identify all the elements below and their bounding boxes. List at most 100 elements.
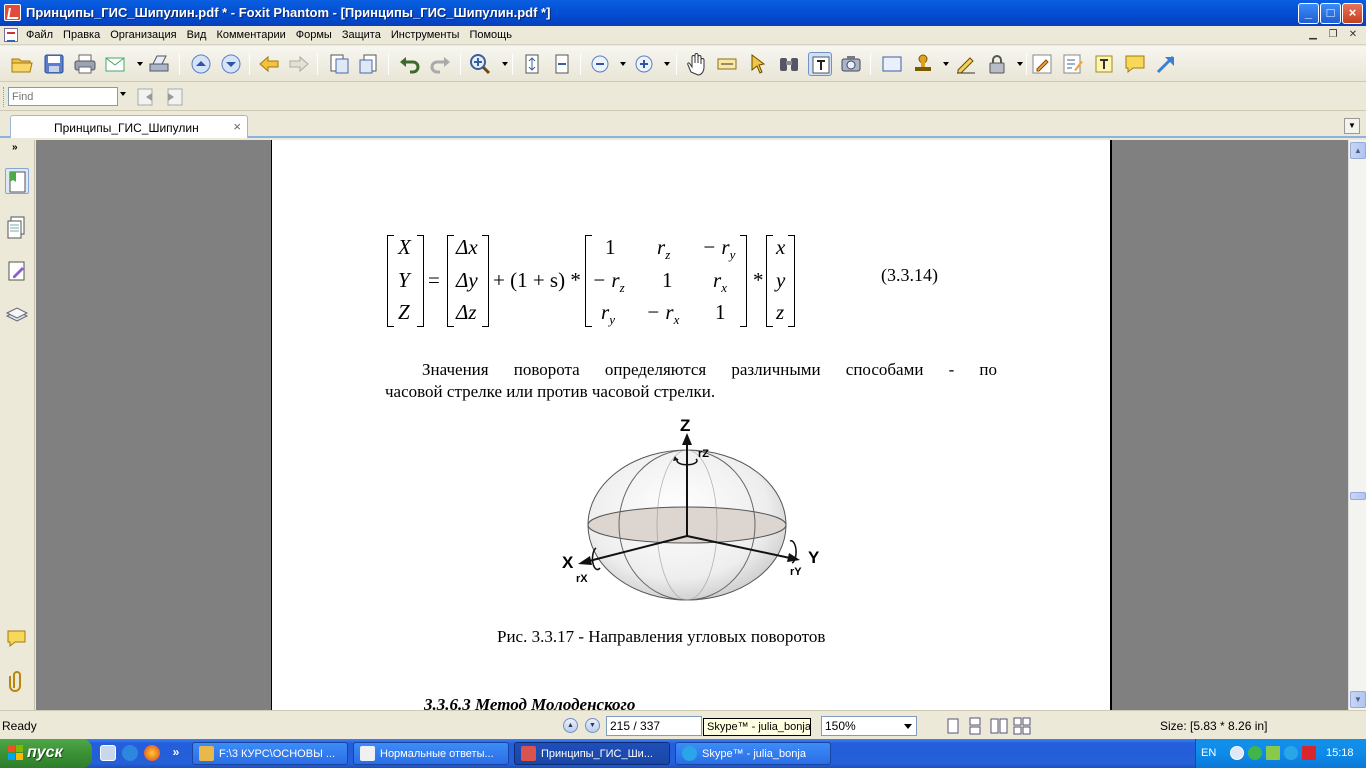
- snapshot-icon[interactable]: [839, 52, 863, 76]
- zoom-in-tool-icon[interactable]: [468, 52, 492, 76]
- zoom-level-select[interactable]: 150%: [821, 716, 917, 736]
- minimize-button[interactable]: _: [1298, 3, 1319, 24]
- continuous-facing-view-icon[interactable]: [1013, 717, 1031, 735]
- rectangle-tool-icon[interactable]: [880, 52, 904, 76]
- zoom-out-dropdown-icon[interactable]: [620, 62, 626, 66]
- tray-signal-icon[interactable]: [1266, 746, 1280, 760]
- pencil-icon[interactable]: [1030, 52, 1054, 76]
- hand-tool-icon[interactable]: [684, 52, 708, 76]
- select-text-icon[interactable]: [715, 52, 739, 76]
- menu-protect[interactable]: Защита: [342, 29, 381, 41]
- find-previous-icon[interactable]: [136, 87, 158, 107]
- menu-organize[interactable]: Организация: [110, 29, 176, 41]
- mdi-close-icon[interactable]: ✕: [1346, 28, 1360, 42]
- stamp-icon[interactable]: [911, 52, 935, 76]
- menu-edit[interactable]: Правка: [63, 29, 100, 41]
- find-tool-icon[interactable]: [777, 52, 801, 76]
- opera-browser-icon[interactable]: [144, 745, 160, 761]
- close-button[interactable]: ×: [1342, 3, 1363, 24]
- open-icon[interactable]: [10, 52, 34, 76]
- select-annotation-icon[interactable]: [746, 52, 770, 76]
- tray-skype-icon[interactable]: [1284, 746, 1298, 760]
- extract-page-icon[interactable]: [357, 52, 381, 76]
- back-icon[interactable]: [257, 52, 281, 76]
- single-page-view-icon[interactable]: [944, 717, 962, 735]
- start-button[interactable]: пуск: [0, 739, 92, 768]
- toolbar-grip[interactable]: [3, 87, 6, 107]
- comments-panel-icon[interactable]: [5, 626, 29, 652]
- security-lock-icon[interactable]: [985, 52, 1009, 76]
- taskbar-item-word[interactable]: Нормальные ответы...: [353, 742, 509, 765]
- next-page-icon[interactable]: [219, 52, 243, 76]
- document-viewport[interactable]: X Y Z = Δx Δy Δz + (1 + s) * 1 rz − ry −…: [36, 140, 1348, 710]
- menu-forms[interactable]: Формы: [296, 29, 332, 41]
- arrow-tool-icon[interactable]: [1154, 52, 1178, 76]
- internet-explorer-icon[interactable]: [122, 745, 138, 761]
- zoom-in-dropdown-icon[interactable]: [664, 62, 670, 66]
- fit-width-icon[interactable]: [550, 52, 574, 76]
- forward-icon[interactable]: [287, 52, 311, 76]
- scan-icon[interactable]: [147, 52, 171, 76]
- previous-page-icon[interactable]: [189, 52, 213, 76]
- tray-back-icon[interactable]: [1230, 746, 1244, 760]
- menu-comments[interactable]: Комментарии: [216, 29, 285, 41]
- continuous-view-icon[interactable]: [966, 717, 984, 735]
- vertical-scrollbar[interactable]: ▲ ▼: [1348, 140, 1366, 710]
- attachments-stack-icon[interactable]: [5, 302, 29, 328]
- email-icon[interactable]: [104, 52, 128, 76]
- sign-icon[interactable]: [954, 52, 978, 76]
- zoom-dropdown-icon[interactable]: [904, 724, 912, 729]
- tab-principles-gis[interactable]: Принципы_ГИС_Шипулин ×: [10, 115, 248, 138]
- menu-view[interactable]: Вид: [187, 29, 207, 41]
- redo-icon[interactable]: [428, 52, 452, 76]
- zoom-in-icon[interactable]: [632, 52, 656, 76]
- tray-antivirus-icon[interactable]: [1302, 746, 1316, 760]
- undo-icon[interactable]: [398, 52, 422, 76]
- layers-panel-icon[interactable]: [5, 258, 29, 284]
- fit-page-icon[interactable]: [520, 52, 544, 76]
- find-dropdown-icon[interactable]: [120, 92, 126, 96]
- note-comment-icon[interactable]: [1123, 52, 1147, 76]
- page-number-input[interactable]: 215 / 337: [606, 716, 702, 736]
- taskbar-item-folder[interactable]: F:\3 КУРС\ОСНОВЫ ...: [192, 742, 348, 765]
- zoom-out-icon[interactable]: [588, 52, 612, 76]
- text-box-icon[interactable]: [1092, 52, 1116, 76]
- find-input[interactable]: [8, 87, 118, 106]
- scroll-thumb[interactable]: [1350, 492, 1366, 500]
- tab-close-icon[interactable]: ×: [233, 119, 241, 134]
- document-menu-icon[interactable]: [4, 28, 18, 42]
- edit-form-icon[interactable]: [1061, 52, 1085, 76]
- typewriter-icon[interactable]: [808, 52, 832, 76]
- language-indicator[interactable]: EN: [1201, 747, 1216, 759]
- menu-file[interactable]: Файл: [26, 29, 53, 41]
- maximize-button[interactable]: □: [1320, 3, 1341, 24]
- status-prev-page-icon[interactable]: ▲: [563, 718, 578, 733]
- taskbar-item-foxit[interactable]: Принципы_ГИС_Ши...: [514, 742, 670, 765]
- insert-page-icon[interactable]: [327, 52, 351, 76]
- status-next-page-icon[interactable]: ▼: [585, 718, 600, 733]
- pages-panel-icon[interactable]: [5, 214, 29, 240]
- bookmarks-panel-icon[interactable]: [5, 168, 29, 194]
- show-desktop-icon[interactable]: [100, 745, 116, 761]
- menu-tools[interactable]: Инструменты: [391, 29, 460, 41]
- security-dropdown-icon[interactable]: [1017, 62, 1023, 66]
- expand-panel-icon[interactable]: »: [12, 142, 18, 153]
- tray-check-icon[interactable]: [1248, 746, 1262, 760]
- scroll-up-icon[interactable]: ▲: [1350, 142, 1366, 159]
- scroll-down-icon[interactable]: ▼: [1350, 691, 1366, 708]
- print-icon[interactable]: [73, 52, 97, 76]
- email-dropdown-icon[interactable]: [137, 62, 143, 66]
- menu-help[interactable]: Помощь: [469, 29, 512, 41]
- save-icon[interactable]: [42, 52, 66, 76]
- find-next-icon[interactable]: [162, 87, 184, 107]
- foxit-app-icon[interactable]: [4, 4, 21, 21]
- tab-list-dropdown-icon[interactable]: ▼: [1344, 118, 1360, 134]
- facing-view-icon[interactable]: [990, 717, 1008, 735]
- quicklaunch-more-icon[interactable]: »: [168, 745, 184, 761]
- mdi-restore-icon[interactable]: ❐: [1326, 28, 1340, 42]
- stamp-dropdown-icon[interactable]: [943, 62, 949, 66]
- mdi-minimize-icon[interactable]: ▁: [1306, 28, 1320, 42]
- zoom-tool-dropdown-icon[interactable]: [502, 62, 508, 66]
- taskbar-item-skype[interactable]: Skype™ - julia_bonja: [675, 742, 831, 765]
- attachments-panel-icon[interactable]: [5, 668, 29, 694]
